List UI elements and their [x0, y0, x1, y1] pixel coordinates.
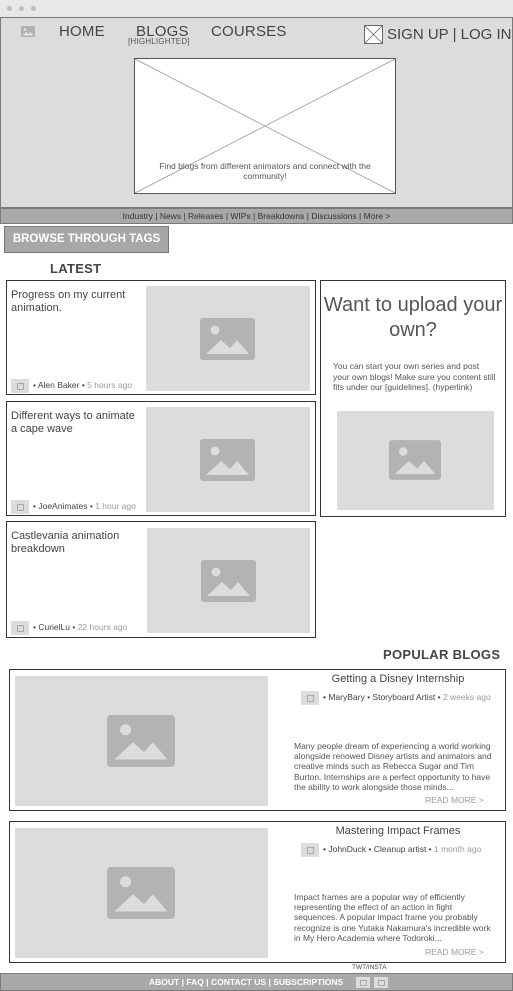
footer-about-link[interactable]: ABOUT — [149, 977, 179, 987]
upload-heading: Want to upload your own? — [323, 294, 503, 341]
image-placeholder-icon — [107, 715, 175, 767]
social-label: TWT/INSTA — [352, 964, 387, 971]
blog-meta: • Alen Baker • 5 hours ago — [11, 378, 132, 393]
auth-separator: | — [452, 26, 457, 43]
blog-title[interactable]: Castlevania animation breakdown — [11, 530, 141, 556]
footer-faq-link[interactable]: FAQ — [186, 977, 203, 987]
author-avatar — [301, 690, 319, 705]
category-nav-bar[interactable]: Industry | News | Releases | WIPs | Brea… — [0, 208, 513, 224]
sign-up-link[interactable]: SIGN UP — [387, 26, 448, 43]
author-avatar — [11, 499, 29, 514]
author-name[interactable]: MaryBary — [328, 692, 364, 702]
upload-description: You can start your own series and post y… — [333, 361, 496, 392]
image-placeholder-icon — [107, 867, 175, 919]
blog-meta: • CurielLu • 22 hours ago — [11, 620, 127, 635]
window-dot-icon — [19, 6, 24, 11]
image-placeholder-icon — [389, 440, 441, 480]
nav-blogs-highlighted-note: [HIGHLIGHTED] — [128, 37, 190, 46]
hero-text: Find blogs from different animators and … — [159, 161, 371, 181]
window-titlebar — [0, 0, 513, 17]
author-role: Cleanup artist — [373, 844, 427, 854]
post-time: 1 hour ago — [95, 501, 136, 511]
blog-title[interactable]: Getting a Disney Internship — [300, 673, 496, 685]
blog-meta: • JoeAnimates • 1 hour ago — [11, 499, 136, 514]
author-avatar — [11, 620, 29, 635]
author-avatar — [11, 378, 29, 393]
browse-tags-button[interactable]: BROWSE THROUGH TAGS — [4, 226, 169, 253]
author-name[interactable]: JohnDuck — [328, 844, 366, 854]
popular-blogs-heading: POPULAR BLOGS — [383, 647, 501, 662]
footer-links: ABOUT | FAQ | CONTACT US | SUBSCRIPTIONS — [149, 977, 344, 987]
blog-meta: • MaryBary • Storyboard Artist • 2 weeks… — [301, 690, 491, 705]
image-placeholder-icon — [200, 439, 255, 481]
auth-links: SIGN UP | LOG IN — [387, 26, 512, 43]
footer-subscriptions-link[interactable]: SUBSCRIPTIONS — [273, 977, 343, 987]
log-in-link[interactable]: LOG IN — [461, 26, 512, 43]
blog-excerpt: Many people dream of experiencing a worl… — [294, 741, 492, 792]
image-placeholder-icon — [200, 318, 255, 360]
placeholder-x-icon — [364, 25, 383, 44]
blog-title[interactable]: Different ways to animate a cape wave — [11, 410, 141, 436]
blog-title[interactable]: Mastering Impact Frames — [300, 825, 496, 837]
twitter-icon[interactable] — [356, 977, 370, 988]
blog-thumbnail — [15, 676, 268, 806]
latest-blog-card[interactable]: Progress on my current animation. • Alen… — [6, 280, 316, 395]
post-time: 2 weeks ago — [442, 692, 491, 702]
upload-promo-box: Want to upload your own? You can start y… — [320, 280, 506, 517]
blog-thumbnail — [146, 407, 310, 512]
popular-blog-card[interactable]: Getting a Disney Internship • MaryBary •… — [9, 669, 506, 811]
latest-heading: LATEST — [50, 261, 102, 276]
post-time: 1 month ago — [434, 844, 482, 854]
author-name[interactable]: Alen Baker — [38, 380, 80, 390]
author-name[interactable]: CurielLu — [38, 622, 70, 632]
footer-contact-link[interactable]: CONTACT US — [211, 977, 266, 987]
latest-blog-card[interactable]: Castlevania animation breakdown • Curiel… — [6, 521, 316, 638]
site-header: HOME BLOGS [HIGHLIGHTED] COURSES SIGN UP… — [0, 17, 513, 208]
blog-thumbnail — [146, 286, 310, 391]
hero-banner: Find blogs from different animators and … — [134, 58, 396, 194]
latest-blog-card[interactable]: Different ways to animate a cape wave • … — [6, 401, 316, 516]
window-dot-icon — [7, 6, 12, 11]
blog-thumbnail — [15, 828, 268, 958]
nav-courses-link[interactable]: COURSES — [211, 23, 287, 40]
upload-placeholder-image — [337, 411, 494, 510]
post-time: 5 hours ago — [87, 380, 133, 390]
nav-home-link[interactable]: HOME — [59, 23, 105, 40]
logo-image-icon[interactable] — [21, 26, 35, 37]
blog-thumbnail — [147, 528, 310, 633]
blog-title[interactable]: Progress on my current animation. — [11, 289, 141, 315]
read-more-link[interactable]: READ MORE > — [425, 947, 484, 957]
image-placeholder-icon — [201, 560, 256, 602]
post-time: 22 hours ago — [77, 622, 128, 632]
author-role: Storyboard Artist — [372, 692, 436, 702]
read-more-link[interactable]: READ MORE > — [425, 795, 484, 805]
blog-excerpt: Impact frames are a popular way of effic… — [294, 892, 491, 943]
window-dot-icon — [31, 6, 36, 11]
instagram-icon[interactable] — [374, 977, 388, 988]
site-footer: ABOUT | FAQ | CONTACT US | SUBSCRIPTIONS — [0, 973, 513, 991]
popular-blog-card[interactable]: Mastering Impact Frames • JohnDuck • Cle… — [9, 821, 506, 963]
author-avatar — [301, 842, 319, 857]
blog-meta: • JohnDuck • Cleanup artist • 1 month ag… — [301, 842, 481, 857]
author-name[interactable]: JoeAnimates — [38, 501, 87, 511]
